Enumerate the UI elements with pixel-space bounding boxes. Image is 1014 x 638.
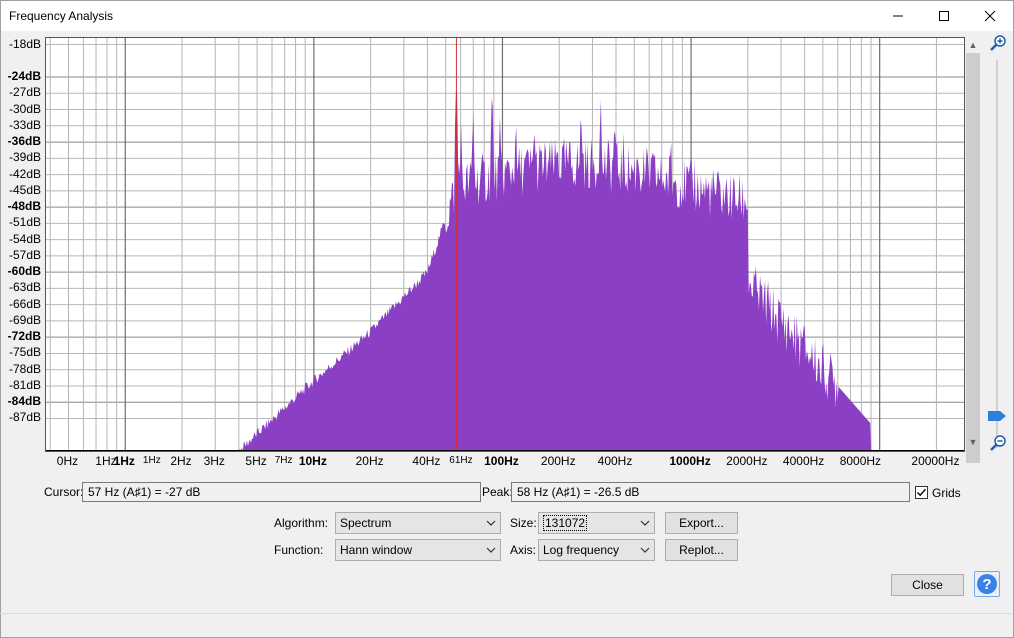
zoom-out-icon[interactable]: [989, 434, 1007, 452]
x-tick-label: 100Hz: [484, 454, 519, 468]
scroll-down-icon[interactable]: ▼: [965, 435, 981, 449]
x-tick-label: 20Hz: [355, 454, 384, 468]
y-tick-label: -27dB: [8, 85, 41, 100]
x-tick-label: 1Hz: [113, 454, 135, 468]
checkmark-icon: [917, 488, 927, 497]
y-tick-label: -39dB: [8, 150, 41, 165]
y-tick-label: -75dB: [8, 345, 41, 360]
x-tick-label: 5Hz: [245, 454, 267, 468]
y-tick-label: -18dB: [8, 36, 41, 51]
x-tick-label: 8000Hz: [839, 454, 882, 468]
zoom-in-icon[interactable]: [989, 34, 1007, 52]
axis-label: Axis:: [510, 543, 537, 557]
y-tick-label: -84dB: [7, 394, 41, 409]
status-bar: [0, 613, 1012, 636]
chevron-down-icon: [640, 520, 650, 526]
y-tick-label: -30dB: [8, 101, 41, 116]
y-tick-label: -54dB: [8, 231, 41, 246]
x-tick-label: 2000Hz: [726, 454, 768, 468]
export-button[interactable]: Export...: [665, 512, 738, 534]
close-window-button[interactable]: [967, 1, 1013, 31]
y-tick-label: -24dB: [7, 69, 41, 84]
x-axis-labels: 0Hz 1Hz 1Hz 1Hz 2Hz 3Hz 5Hz 7Hz 10Hz 20Hz 40Hz 61Hz…: [0, 454, 1014, 470]
chevron-down-icon: [486, 520, 496, 526]
peak-label: Peak:: [482, 485, 513, 499]
maximize-button[interactable]: [921, 1, 967, 31]
x-tick-label: 20000Hz: [911, 454, 960, 468]
y-tick-label: -51dB: [8, 215, 41, 230]
zoom-track[interactable]: [996, 60, 998, 448]
algorithm-select[interactable]: Spectrum: [335, 512, 501, 534]
x-tick-label: 3Hz: [203, 454, 225, 468]
size-value: 131072: [543, 515, 588, 531]
grids-checkbox[interactable]: [915, 486, 928, 499]
x-tick-label: 7Hz: [274, 455, 293, 466]
axis-value: Log frequency: [543, 543, 620, 557]
y-tick-label: -63dB: [8, 280, 41, 295]
algorithm-label: Algorithm:: [274, 516, 329, 530]
x-tick-label: 400Hz: [597, 454, 633, 468]
y-tick-label: -72dB: [7, 329, 41, 344]
algorithm-value: Spectrum: [340, 516, 392, 530]
maximize-icon: [939, 11, 949, 21]
zoom-slider[interactable]: [985, 34, 1009, 454]
size-label: Size:: [510, 516, 537, 530]
y-tick-label: -78dB: [8, 361, 41, 376]
y-tick-label: -60dB: [7, 264, 41, 279]
y-tick-label: -69dB: [8, 312, 41, 327]
y-tick-label: -36dB: [7, 134, 41, 149]
scrollbar-thumb[interactable]: [966, 53, 980, 463]
y-axis-labels: -18dB -24dB -27dB -30dB -33dB -36dB -39dB -42dB…: [0, 0, 44, 460]
replot-button[interactable]: Replot...: [665, 539, 738, 561]
grids-label: Grids: [932, 486, 961, 500]
help-glyph: ?: [982, 576, 991, 593]
y-tick-label: -66dB: [8, 296, 41, 311]
function-label: Function:: [274, 543, 324, 557]
help-button[interactable]: ?: [974, 571, 1000, 597]
chevron-down-icon: [486, 547, 496, 553]
x-tick-label: 200Hz: [540, 454, 576, 468]
spectrum-svg[interactable]: [46, 38, 964, 451]
x-tick-label: 10Hz: [298, 454, 327, 468]
x-tick-label: 4000Hz: [782, 454, 825, 468]
function-value: Hann window: [340, 543, 413, 557]
y-tick-label: -33dB: [8, 117, 41, 132]
x-tick-label: 61Hz: [449, 455, 473, 466]
help-icon: ?: [977, 574, 997, 594]
axis-select[interactable]: Log frequency: [538, 539, 655, 561]
x-tick-label: 1000Hz: [669, 454, 711, 468]
chevron-down-icon: [640, 547, 650, 553]
y-tick-label: -57dB: [8, 247, 41, 262]
function-select[interactable]: Hann window: [335, 539, 501, 561]
close-icon: [984, 10, 996, 22]
y-tick-label: -87dB: [8, 410, 41, 425]
cursor-label: Cursor:: [44, 485, 84, 499]
close-button[interactable]: Close: [891, 574, 964, 596]
x-tick-label: 1Hz: [142, 455, 161, 466]
title-bar: Frequency Analysis: [1, 1, 1013, 31]
y-tick-label: -48dB: [7, 199, 41, 214]
y-tick-label: -42dB: [8, 166, 41, 181]
x-tick-label: 2Hz: [170, 454, 192, 468]
peak-readout: 58 Hz (A♯1) = -26.5 dB: [511, 482, 910, 502]
x-tick-label: 0Hz: [56, 454, 79, 468]
spectrum-plot[interactable]: [45, 37, 965, 452]
y-tick-label: -45dB: [8, 182, 41, 197]
vertical-scrollbar[interactable]: ▲ ▼: [965, 37, 981, 463]
cursor-readout: 57 Hz (A♯1) = -27 dB: [82, 482, 481, 502]
x-tick-label: 40Hz: [412, 454, 441, 468]
minimize-button[interactable]: [875, 1, 921, 31]
y-tick-label: -81dB: [8, 377, 41, 392]
scroll-up-icon[interactable]: ▲: [965, 38, 981, 52]
minimize-icon: [893, 15, 903, 17]
size-select[interactable]: 131072: [538, 512, 655, 534]
zoom-thumb-icon[interactable]: [988, 411, 1006, 421]
